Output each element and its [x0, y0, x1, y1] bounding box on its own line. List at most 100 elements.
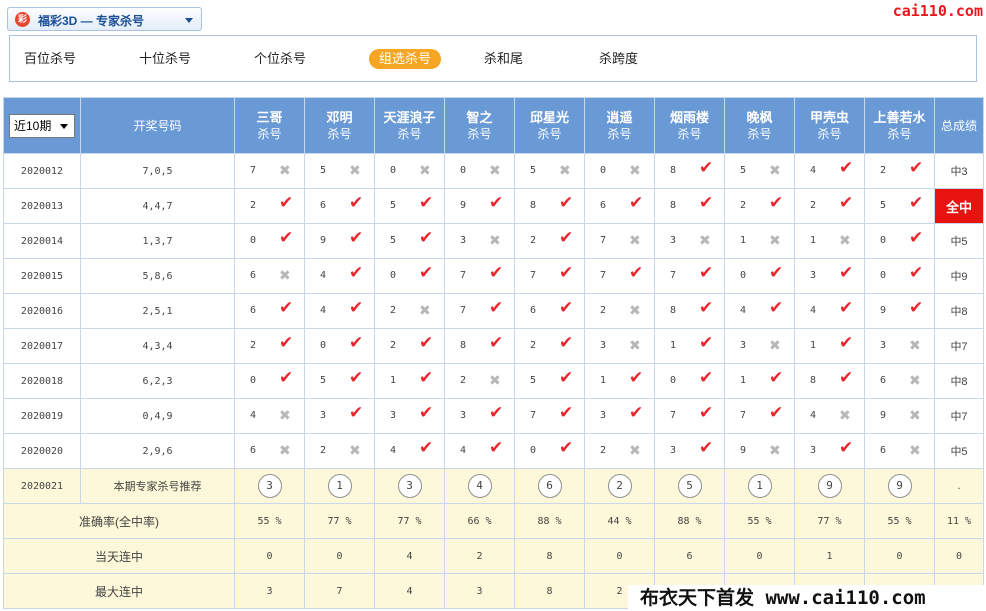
- kill-pick-cell: 5 ✖: [514, 153, 585, 189]
- tab-units-kill[interactable]: 个位杀号: [254, 49, 306, 69]
- kill-pick-cell: 0 ✔: [864, 258, 935, 294]
- tab-tens-kill[interactable]: 十位杀号: [139, 49, 191, 69]
- kill-pick: 9 ✔: [865, 294, 934, 328]
- draw-number-header: 开奖号码: [80, 97, 235, 154]
- tab-hundreds-kill[interactable]: 百位杀号: [24, 49, 76, 69]
- check-icon: ✔: [839, 368, 854, 387]
- recommend-number-ball: 1: [327, 474, 352, 498]
- kill-pick-cell: 7 ✔: [654, 258, 725, 294]
- cross-icon: ✖: [349, 162, 361, 178]
- kill-number: 9: [740, 445, 747, 456]
- expert-header[interactable]: 上善若水 杀号: [864, 97, 935, 154]
- recommend-cell: 5: [654, 468, 725, 504]
- expert-kill-table: 近10期 开奖号码 三哥 杀号 邓明 杀号 天涯浪子 杀号 智之 杀号 邱星光 杀号 逍遥 杀号 烟雨楼…: [3, 97, 984, 609]
- kill-number: 2: [810, 200, 817, 211]
- recommend-cell: 2: [584, 468, 655, 504]
- kill-number: 7: [740, 410, 747, 421]
- check-icon: ✔: [629, 263, 644, 282]
- cross-icon: ✖: [909, 337, 921, 353]
- kill-pick-cell: 2 ✔: [724, 188, 795, 224]
- expert-header[interactable]: 智之 杀号: [444, 97, 515, 154]
- kill-pick-cell: 5 ✔: [304, 363, 375, 399]
- kill-pick-cell: 4 ✖: [794, 398, 865, 434]
- check-icon: ✔: [769, 368, 784, 387]
- recommend-number-ball: 4: [467, 474, 492, 498]
- kill-pick: 8 ✔: [655, 154, 724, 188]
- kill-pick: 3 ✖: [445, 224, 514, 258]
- period-dropdown[interactable]: 近10期: [9, 113, 75, 138]
- kill-pick: 5 ✔: [305, 364, 374, 398]
- kill-pick: 5 ✔: [865, 189, 934, 223]
- tab-sum-tail-kill[interactable]: 杀和尾: [484, 49, 523, 69]
- expert-sub-label: 杀号: [817, 126, 842, 141]
- kill-pick: 1 ✔: [585, 364, 654, 398]
- expert-header[interactable]: 三哥 杀号: [234, 97, 305, 154]
- expert-header[interactable]: 晚枫 杀号: [724, 97, 795, 154]
- kill-number: 8: [530, 200, 537, 211]
- check-icon: ✔: [769, 298, 784, 317]
- draw-number-cell: 6,2,3: [80, 363, 235, 399]
- kill-number: 3: [740, 340, 747, 351]
- recommend-cell: 9: [864, 468, 935, 504]
- kill-number: 3: [880, 340, 887, 351]
- kill-pick-cell: 2 ✔: [234, 188, 305, 224]
- stat-total: 11 %: [934, 503, 984, 539]
- kill-pick-cell: 3 ✔: [794, 258, 865, 294]
- kill-number: 2: [880, 165, 887, 176]
- recommend-number-ball: 1: [747, 474, 772, 498]
- total-score-cell: 中7: [934, 328, 984, 364]
- cross-icon: ✖: [279, 442, 291, 458]
- kill-pick: 0 ✖: [445, 154, 514, 188]
- watermark-text: 布衣天下首发 www.cai110.com: [628, 585, 986, 611]
- kill-pick-cell: 3 ✖: [584, 328, 655, 364]
- stat-value: 77 %: [304, 503, 375, 539]
- kill-pick-cell: 8 ✔: [654, 188, 725, 224]
- kill-number: 2: [460, 375, 467, 386]
- kill-number: 8: [810, 375, 817, 386]
- kill-pick-cell: 5 ✔: [374, 223, 445, 259]
- kill-pick: 3 ✔: [375, 399, 444, 433]
- kill-pick-cell: 7 ✔: [724, 398, 795, 434]
- kill-pick-cell: 3 ✖: [724, 328, 795, 364]
- kill-pick: 8 ✔: [445, 329, 514, 363]
- expert-header[interactable]: 甲壳虫 杀号: [794, 97, 865, 154]
- kill-number: 3: [670, 235, 677, 246]
- kill-number: 0: [740, 270, 747, 281]
- kill-number: 4: [390, 445, 397, 456]
- expert-header[interactable]: 天涯浪子 杀号: [374, 97, 445, 154]
- period-cell: 2020013: [3, 188, 81, 224]
- kill-number: 7: [600, 270, 607, 281]
- kill-number: 1: [600, 375, 607, 386]
- kill-pick-cell: 5 ✔: [514, 363, 585, 399]
- kill-number: 5: [880, 200, 887, 211]
- expert-sub-label: 杀号: [607, 126, 632, 141]
- tab-group-kill[interactable]: 组选杀号: [369, 49, 442, 69]
- kill-pick: 2 ✔: [515, 329, 584, 363]
- cross-icon: ✖: [909, 442, 921, 458]
- kill-pick: 7 ✔: [725, 399, 794, 433]
- expert-header[interactable]: 逍遥 杀号: [584, 97, 655, 154]
- kill-pick-cell: 5 ✔: [374, 188, 445, 224]
- stat-value: 88 %: [654, 503, 725, 539]
- expert-header[interactable]: 邱星光 杀号: [514, 97, 585, 154]
- expert-header[interactable]: 烟雨楼 杀号: [654, 97, 725, 154]
- cross-icon: ✖: [489, 162, 501, 178]
- kill-pick-cell: 5 ✖: [304, 153, 375, 189]
- kill-number: 7: [670, 410, 677, 421]
- kill-number: 3: [320, 410, 327, 421]
- cross-icon: ✖: [909, 372, 921, 388]
- stat-total: 0: [934, 538, 984, 574]
- expert-name: 邓明: [326, 109, 353, 125]
- stat-value: 55 %: [864, 503, 935, 539]
- tab-span-kill[interactable]: 杀跨度: [599, 49, 638, 69]
- kill-pick: 0 ✔: [235, 364, 304, 398]
- kill-pick: 9 ✔: [445, 189, 514, 223]
- cross-icon: ✖: [769, 162, 781, 178]
- kill-pick: 0 ✖: [585, 154, 654, 188]
- check-icon: ✔: [279, 193, 294, 212]
- expert-sub-label: 杀号: [747, 126, 772, 141]
- check-icon: ✔: [349, 263, 364, 282]
- kill-pick: 6 ✖: [865, 364, 934, 398]
- lottery-selector[interactable]: 彩 福彩3D — 专家杀号: [7, 7, 202, 31]
- expert-header[interactable]: 邓明 杀号: [304, 97, 375, 154]
